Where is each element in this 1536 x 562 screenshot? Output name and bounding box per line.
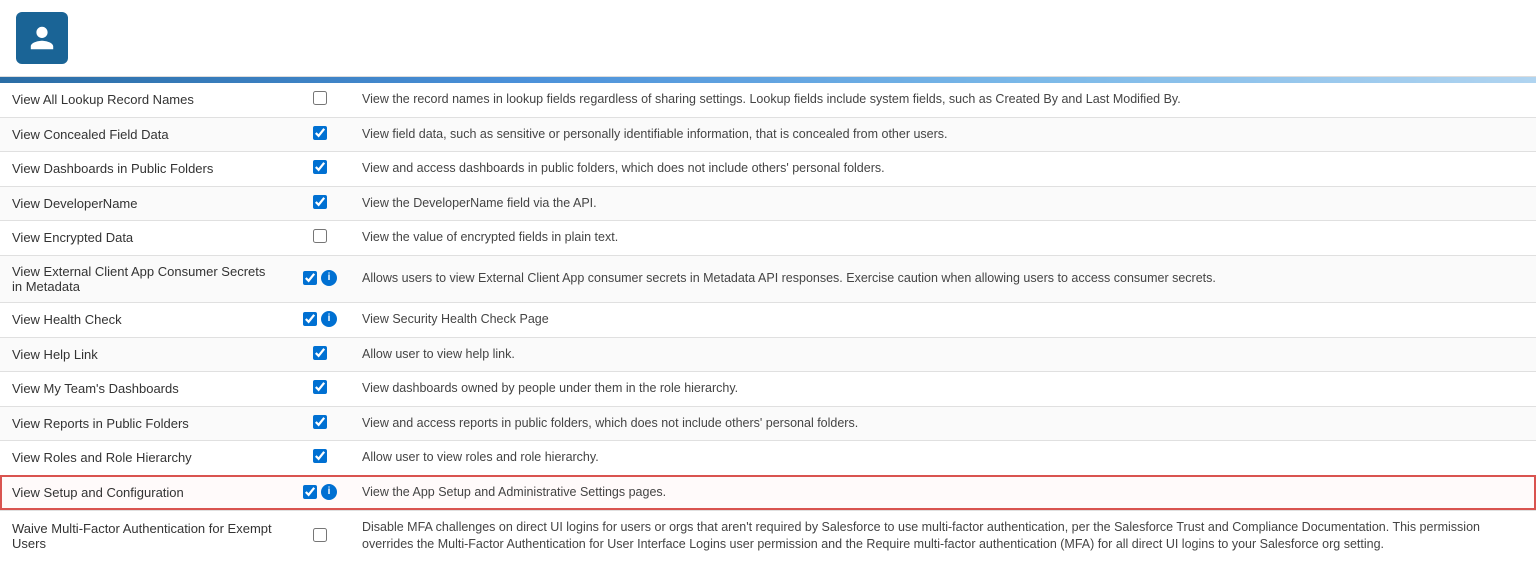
- checkbox-cell[interactable]: [290, 83, 350, 117]
- info-button[interactable]: i: [321, 270, 337, 286]
- permission-checkbox[interactable]: [313, 346, 327, 360]
- permission-checkbox[interactable]: [313, 449, 327, 463]
- permission-description: View dashboards owned by people under th…: [350, 372, 1536, 407]
- checkbox-cell[interactable]: [290, 510, 350, 562]
- checkbox-cell[interactable]: [290, 406, 350, 441]
- permission-checkbox[interactable]: [313, 126, 327, 140]
- info-button[interactable]: i: [321, 484, 337, 500]
- permissions-table: View All Lookup Record Names View the rec…: [0, 83, 1536, 562]
- table-row: View External Client App Consumer Secret…: [0, 255, 1536, 302]
- permission-description: View the App Setup and Administrative Se…: [350, 475, 1536, 510]
- permission-name: View All Lookup Record Names: [0, 83, 290, 117]
- table-row: View Health Check i View Security Health C…: [0, 302, 1536, 337]
- checkbox-cell[interactable]: i: [290, 255, 350, 302]
- header-icon: [16, 12, 68, 64]
- permission-name: View Help Link: [0, 337, 290, 372]
- permission-checkbox[interactable]: [313, 160, 327, 174]
- permission-name: View Roles and Role Hierarchy: [0, 441, 290, 476]
- table-row: View Reports in Public Folders View and a…: [0, 406, 1536, 441]
- permission-name: View Dashboards in Public Folders: [0, 152, 290, 187]
- table-row: View DeveloperName View the DeveloperName…: [0, 186, 1536, 221]
- permission-checkbox[interactable]: [313, 528, 327, 542]
- permission-description: Allows users to view External Client App…: [350, 255, 1536, 302]
- permission-name: View Setup and Configuration: [0, 475, 290, 510]
- permission-description: View Security Health Check Page: [350, 302, 1536, 337]
- permission-checkbox[interactable]: [313, 91, 327, 105]
- permission-name: View External Client App Consumer Secret…: [0, 255, 290, 302]
- permission-description: View field data, such as sensitive or pe…: [350, 117, 1536, 152]
- table-row: Waive Multi-Factor Authentication for Ex…: [0, 510, 1536, 562]
- permission-name: View Concealed Field Data: [0, 117, 290, 152]
- table-row: View All Lookup Record Names View the rec…: [0, 83, 1536, 117]
- permission-checkbox[interactable]: [313, 229, 327, 243]
- checkbox-cell[interactable]: [290, 117, 350, 152]
- permission-checkbox[interactable]: [303, 271, 317, 285]
- table-row: View Concealed Field Data View field data…: [0, 117, 1536, 152]
- permission-checkbox[interactable]: [313, 195, 327, 209]
- table-row: View Encrypted Data View the value of enc…: [0, 221, 1536, 256]
- permission-name: View Health Check: [0, 302, 290, 337]
- table-row: View Help Link Allow user to view help li…: [0, 337, 1536, 372]
- permission-name: View Reports in Public Folders: [0, 406, 290, 441]
- permissions-table-container: View All Lookup Record Names View the rec…: [0, 83, 1536, 562]
- checkbox-cell[interactable]: [290, 441, 350, 476]
- info-button[interactable]: i: [321, 311, 337, 327]
- permission-description: Allow user to view help link.: [350, 337, 1536, 372]
- checkbox-cell[interactable]: i: [290, 302, 350, 337]
- checkbox-cell[interactable]: [290, 186, 350, 221]
- checkbox-cell[interactable]: [290, 152, 350, 187]
- checkbox-cell[interactable]: [290, 221, 350, 256]
- permission-description: View the record names in lookup fields r…: [350, 83, 1536, 117]
- permission-name: View DeveloperName: [0, 186, 290, 221]
- permission-name: View Encrypted Data: [0, 221, 290, 256]
- table-row: View My Team's Dashboards View dashboards…: [0, 372, 1536, 407]
- permission-description: View and access reports in public folder…: [350, 406, 1536, 441]
- permission-description: View and access dashboards in public fol…: [350, 152, 1536, 187]
- permission-checkbox[interactable]: [313, 415, 327, 429]
- table-row: View Dashboards in Public Folders View an…: [0, 152, 1536, 187]
- permission-checkbox[interactable]: [303, 312, 317, 326]
- permission-name: Waive Multi-Factor Authentication for Ex…: [0, 510, 290, 562]
- permission-checkbox[interactable]: [303, 485, 317, 499]
- table-row: View Roles and Role Hierarchy Allow user …: [0, 441, 1536, 476]
- permission-description: View the DeveloperName field via the API…: [350, 186, 1536, 221]
- user-icon: [28, 24, 56, 52]
- checkbox-cell[interactable]: [290, 337, 350, 372]
- permission-name: View My Team's Dashboards: [0, 372, 290, 407]
- permission-description: Disable MFA challenges on direct UI logi…: [350, 510, 1536, 562]
- table-row: View Setup and Configuration i View the Ap…: [0, 475, 1536, 510]
- page-header: [0, 0, 1536, 77]
- checkbox-cell[interactable]: [290, 372, 350, 407]
- permission-description: View the value of encrypted fields in pl…: [350, 221, 1536, 256]
- permission-checkbox[interactable]: [313, 380, 327, 394]
- checkbox-cell[interactable]: i: [290, 475, 350, 510]
- permission-description: Allow user to view roles and role hierar…: [350, 441, 1536, 476]
